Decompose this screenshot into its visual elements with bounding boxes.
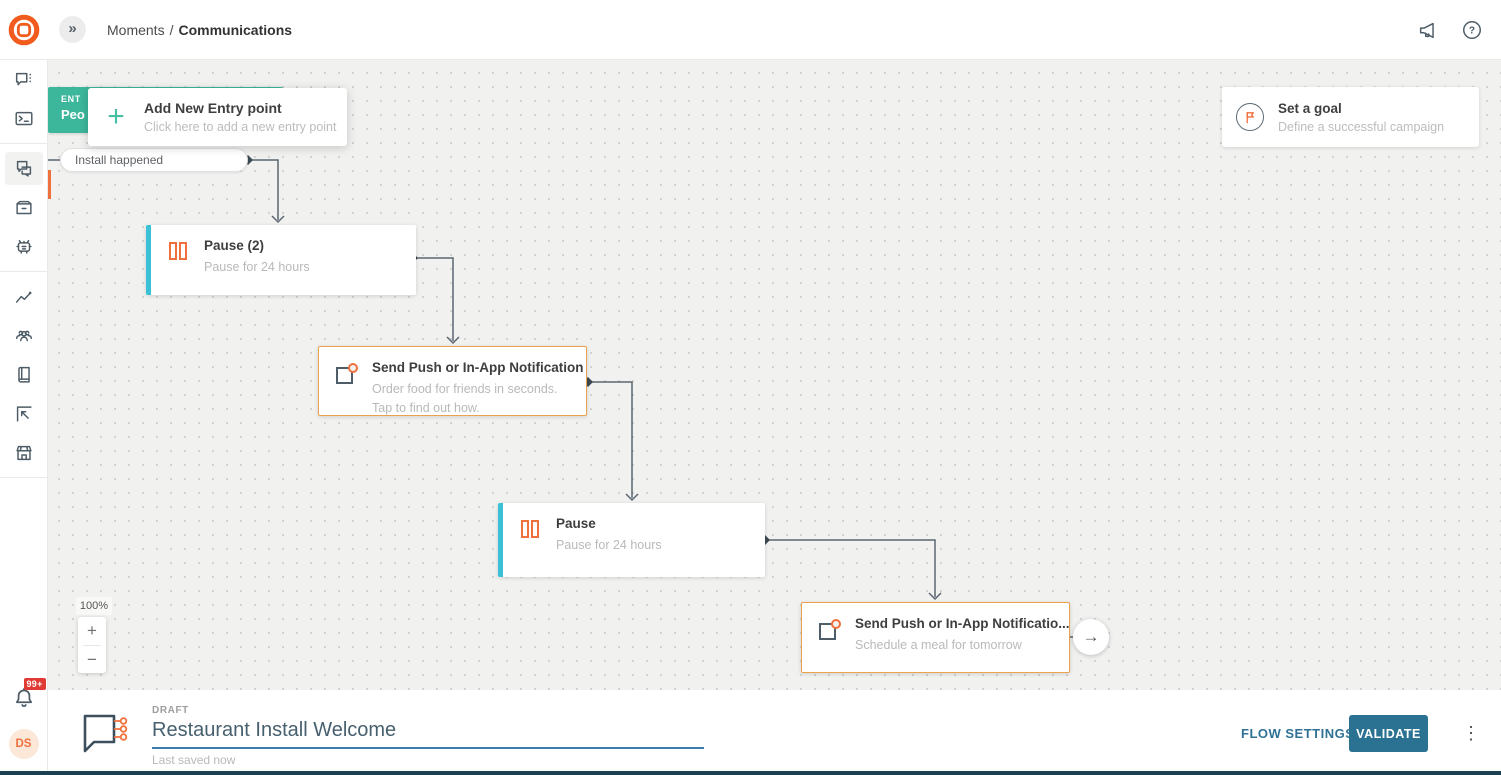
push-notification-icon <box>817 618 841 642</box>
node-subtitle: Pause for 24 hours <box>556 536 662 555</box>
node-title: Pause (2) <box>204 238 310 253</box>
top-bar: » Moments / Communications ? <box>0 0 1501 60</box>
goal-card-title: Set a goal <box>1278 101 1444 116</box>
sidebar-divider <box>0 271 48 272</box>
connector-line <box>248 160 278 220</box>
flow-footer-bar: DRAFT Last saved now FLOW SETTINGS VALID… <box>48 690 1501 775</box>
flow-settings-button[interactable]: FLOW SETTINGS <box>1241 726 1354 741</box>
add-entry-point-popup[interactable]: + Add New Entry point Click here to add … <box>88 88 347 146</box>
rule-pill-label: Install happened <box>75 153 163 167</box>
sidebar-item-chatbots[interactable] <box>0 227 48 266</box>
svg-text:?: ? <box>1469 25 1475 36</box>
breadcrumb-current: Communications <box>178 22 292 38</box>
connector-arrowhead <box>929 593 941 599</box>
sidebar-item-api-console[interactable] <box>0 99 48 138</box>
entry-rule-pill[interactable]: Install happened <box>60 148 248 172</box>
people-icon <box>13 325 35 347</box>
connector-arrowhead <box>447 337 459 343</box>
robot-icon <box>13 236 35 258</box>
zoom-in-button[interactable]: + <box>78 617 106 645</box>
add-next-step-button[interactable]: → <box>1073 619 1109 655</box>
arrow-right-icon: → <box>1083 627 1100 647</box>
node-subtitle: Pause for 24 hours <box>204 258 310 277</box>
sidebar-item-broadcast[interactable] <box>0 188 48 227</box>
connector-line <box>588 382 632 498</box>
brand-logo[interactable] <box>0 13 48 47</box>
left-sidebar: 99+ DS <box>0 60 48 775</box>
sidebar-active-indicator <box>48 170 51 199</box>
node-push-1[interactable]: Send Push or In-App Notification Order f… <box>318 346 587 416</box>
chat-options-icon <box>13 69 35 91</box>
infobip-logo-icon <box>7 13 41 47</box>
campaign-box-icon <box>13 197 35 219</box>
flow-name-input[interactable] <box>152 717 704 749</box>
zoom-level-value: 100% <box>80 600 108 612</box>
help-icon: ? <box>1461 19 1483 41</box>
breadcrumb-parent[interactable]: Moments <box>107 22 165 38</box>
avatar-initials: DS <box>16 738 32 750</box>
sidebar-item-moments[interactable] <box>0 149 48 188</box>
validate-button[interactable]: VALIDATE <box>1349 715 1428 752</box>
connector-arrowhead <box>626 494 638 500</box>
book-icon <box>13 364 35 386</box>
corner-arrow-icon <box>13 403 35 425</box>
megaphone-icon <box>1417 19 1439 41</box>
chevrons-right-icon: » <box>68 20 76 37</box>
notification-badge: 99+ <box>24 678 46 690</box>
popup-title: Add New Entry point <box>144 100 336 116</box>
announcements-button[interactable] <box>1417 19 1439 41</box>
node-subtitle: Schedule a meal for tomorrow <box>855 636 1061 655</box>
set-goal-card[interactable]: Set a goal Define a successful campaign <box>1222 87 1479 147</box>
connector-line <box>765 540 935 597</box>
node-title: Send Push or In-App Notificatio... <box>855 616 1070 631</box>
zoom-level-indicator: 100% <box>76 597 112 615</box>
plus-icon: + <box>88 102 144 132</box>
terminal-icon <box>13 108 35 130</box>
node-pause-1[interactable]: Pause (2) Pause for 24 hours <box>146 225 416 295</box>
kebab-icon: ⋮ <box>1462 723 1480 743</box>
goal-flag-circle <box>1236 103 1264 131</box>
flow-canvas[interactable]: ENT Peo + Add New Entry point Click here… <box>48 60 1501 690</box>
sidebar-expand-button[interactable]: » <box>59 16 86 43</box>
zoom-out-button[interactable]: − <box>78 646 106 674</box>
node-subtitle: Order food for friends in seconds. Tap t… <box>372 380 578 419</box>
sidebar-item-conversations[interactable] <box>0 60 48 99</box>
moments-flows-icon <box>13 158 35 180</box>
storefront-icon <box>13 442 35 464</box>
last-saved-label: Last saved now <box>152 753 235 767</box>
goal-card-subtitle: Define a successful campaign <box>1278 120 1444 134</box>
push-notification-icon <box>334 362 358 386</box>
node-pause-2[interactable]: Pause Pause for 24 hours <box>498 503 765 577</box>
connector-arrowhead <box>272 216 284 222</box>
sidebar-item-marketplace[interactable] <box>0 433 48 472</box>
popup-subtitle: Click here to add a new entry point <box>144 120 336 134</box>
connector-line <box>413 258 453 341</box>
line-chart-icon <box>13 286 35 308</box>
notifications-button[interactable]: 99+ <box>11 686 37 717</box>
status-badge: DRAFT <box>152 705 189 716</box>
sidebar-divider <box>0 143 48 144</box>
sidebar-item-exit-rules[interactable] <box>0 394 48 433</box>
window-bottom-edge <box>0 771 1501 775</box>
sidebar-item-audience[interactable] <box>0 316 48 355</box>
more-options-button[interactable]: ⋮ <box>1456 715 1486 752</box>
flow-connectors <box>48 60 1501 690</box>
pause-icon <box>518 518 542 540</box>
flag-icon <box>1243 110 1258 125</box>
user-avatar[interactable]: DS <box>9 729 39 759</box>
communication-flow-icon <box>78 709 132 757</box>
breadcrumb-separator: / <box>170 22 174 38</box>
node-title: Send Push or In-App Notification <box>372 360 584 375</box>
node-title: Pause <box>556 516 662 531</box>
pause-icon <box>166 240 190 262</box>
help-button[interactable]: ? <box>1461 19 1483 41</box>
sidebar-item-analytics[interactable] <box>0 277 48 316</box>
sidebar-item-catalog[interactable] <box>0 355 48 394</box>
sidebar-divider <box>0 477 48 478</box>
breadcrumb: Moments / Communications <box>107 22 292 38</box>
node-push-2[interactable]: Send Push or In-App Notificatio... Sched… <box>801 602 1070 673</box>
zoom-controls: + − <box>78 617 106 673</box>
